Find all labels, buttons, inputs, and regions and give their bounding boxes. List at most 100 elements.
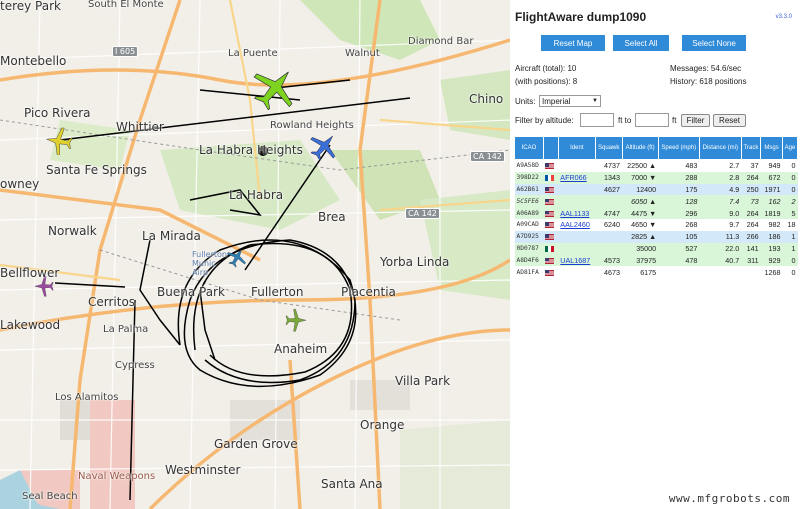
cell-speed: 527 — [658, 242, 700, 255]
cell-icao: 398D22 — [514, 171, 544, 184]
cell-altitude: 6050 ▲ — [622, 195, 659, 208]
cell-flag — [543, 242, 559, 255]
cell-flag — [543, 159, 559, 172]
flag-icon — [545, 187, 555, 194]
col-ident[interactable]: Ident — [557, 136, 596, 160]
flag-icon — [545, 210, 555, 217]
col-icao[interactable]: ICAO — [514, 136, 544, 160]
cell-track: 264 — [741, 207, 761, 219]
cell-age: 0 — [782, 183, 798, 196]
cell-distance: 40.7 — [699, 254, 742, 267]
reset-filter-button[interactable]: Reset — [713, 114, 746, 127]
select-all-button[interactable]: Select All — [613, 35, 669, 51]
cell-altitude: 35000 — [622, 242, 659, 255]
table-row[interactable]: 5C5FE6 6050 ▲ 128 7.4 73 162 2 — [514, 195, 798, 208]
col-speed[interactable]: Speed (mph) — [657, 136, 700, 160]
filter-button[interactable]: Filter — [681, 114, 710, 127]
cell-track: 266 — [741, 230, 761, 243]
cell-track: 37 — [741, 159, 761, 172]
cell-msgs: 186 — [760, 230, 783, 243]
cell-msgs: 1268 — [760, 266, 783, 278]
cell-altitude: 37975 — [622, 254, 659, 267]
map-label-walnut: Walnut — [345, 48, 380, 59]
map-label-fullerton: Fullerton — [251, 285, 304, 299]
cell-squawk: 1343 — [595, 171, 623, 184]
cell-ident — [558, 230, 596, 243]
table-row[interactable]: AD81FA 4673 6175 1268 0 — [514, 266, 798, 278]
cell-track — [741, 266, 761, 278]
cell-squawk: 4737 — [595, 159, 623, 172]
map-label-montebello: Montebello — [0, 54, 67, 68]
table-row[interactable]: A62B61 4627 12400 175 4.9 250 1971 0 — [514, 183, 798, 196]
map-label-santa-fe-springs: Santa Fe Springs — [46, 163, 147, 177]
ft-to-label: ft to — [618, 116, 632, 125]
table-row[interactable]: A9A58D 4737 22500 ▲ 483 2.7 37 949 0 — [514, 159, 798, 172]
map-label-bellflower: Bellflower — [0, 266, 60, 280]
table-row[interactable]: 398D22 AFR066 1343 7000 ▼ 288 2.8 264 672 0 — [514, 171, 798, 184]
table-row[interactable]: A7D925 2825 ▲ 105 11.3 266 186 1 — [514, 230, 798, 243]
table-row[interactable]: 0D0787 35000 527 22.0 141 193 1 — [514, 242, 798, 255]
table-row[interactable]: A06A89 AAL1133 4747 4475 ▼ 296 9.0 264 1819 5 — [514, 207, 798, 219]
col-flag[interactable] — [542, 136, 559, 160]
map-label-naval-weapons: Naval Weapons — [78, 471, 156, 482]
cell-flag — [543, 171, 559, 184]
highway-shield-ca142-2: CA 142 — [405, 208, 440, 219]
map-label-westminster: Westminster — [165, 463, 241, 477]
col-track[interactable]: Track — [740, 136, 762, 160]
altitude-min-input[interactable] — [580, 113, 614, 127]
chevron-down-icon: ▼ — [592, 98, 598, 104]
cell-altitude: 4650 ▼ — [622, 218, 659, 231]
units-selected-value: Imperial — [542, 96, 571, 106]
cell-icao: A09CAD — [514, 218, 544, 231]
col-squawk[interactable]: Squawk — [594, 136, 623, 160]
map-label-villa-park: Villa Park — [395, 374, 451, 388]
aircraft-total: Aircraft (total): 10 — [515, 64, 577, 73]
select-none-button[interactable]: Select None — [682, 35, 746, 51]
cell-speed: 296 — [658, 207, 700, 219]
reset-map-button[interactable]: Reset Map — [541, 35, 605, 51]
cell-age: 1 — [782, 242, 798, 255]
map-label-cerritos: Cerritos — [88, 295, 136, 309]
ident-link[interactable]: AAL1133 — [560, 209, 589, 218]
highway-shield-ca142: CA 142 — [470, 151, 505, 162]
ident-link[interactable]: AFR066 — [560, 173, 586, 182]
cell-icao: AD81FA — [514, 266, 544, 278]
filter-altitude-label: Filter by altitude: — [515, 116, 574, 125]
cell-distance: 2.7 — [699, 159, 742, 172]
altitude-max-input[interactable] — [635, 113, 669, 127]
cell-msgs: 193 — [760, 242, 783, 255]
map-label-la-mirada: La Mirada — [142, 229, 201, 243]
col-altitude[interactable]: Altitude (ft) — [621, 136, 659, 160]
cell-flag — [543, 207, 559, 219]
col-distance[interactable]: Distance (mi) — [698, 136, 742, 160]
ident-link[interactable]: UAL1687 — [560, 256, 590, 265]
map-label-lakewood: Lakewood — [0, 318, 61, 332]
units-select[interactable]: Imperial ▼ — [539, 95, 601, 107]
map-view[interactable]: terey Park South El Monte Montebello La … — [0, 0, 510, 509]
cell-altitude: 4475 ▼ — [622, 207, 659, 219]
map-label-monterey-park: terey Park — [0, 0, 61, 13]
cell-altitude: 2825 ▲ — [622, 230, 659, 243]
cell-msgs: 162 — [760, 195, 783, 208]
cell-age: 18 — [782, 218, 798, 231]
cell-msgs: 1971 — [760, 183, 783, 196]
cell-speed: 105 — [658, 230, 700, 243]
map-label-yorba-linda: Yorba Linda — [380, 255, 450, 269]
cell-altitude: 7000 ▼ — [622, 171, 659, 184]
cell-msgs: 672 — [760, 171, 783, 184]
cell-msgs: 982 — [760, 218, 783, 231]
cell-icao: 0D0787 — [514, 242, 544, 255]
cell-speed: 175 — [658, 183, 700, 196]
table-row[interactable]: A09CAD AAL2460 6240 4650 ▼ 268 9.7 264 982 18 — [514, 218, 798, 231]
cell-ident — [558, 183, 596, 196]
flag-icon — [545, 257, 555, 264]
map-label-la-habra-heights: La Habra Heights — [199, 143, 303, 157]
col-age[interactable]: Age — [782, 136, 798, 160]
cell-icao: A06A89 — [514, 207, 544, 219]
table-row[interactable]: A8D4F6 UAL1687 4573 37975 478 40.7 311 929 0 — [514, 254, 798, 267]
units-label: Units: — [515, 97, 536, 106]
flag-icon — [545, 234, 555, 241]
ident-link[interactable]: AAL2460 — [560, 220, 590, 229]
col-msgs[interactable]: Msgs — [760, 136, 783, 160]
side-panel: FlightAware dump1090 v3.3.0 Reset Map Se… — [510, 0, 800, 509]
